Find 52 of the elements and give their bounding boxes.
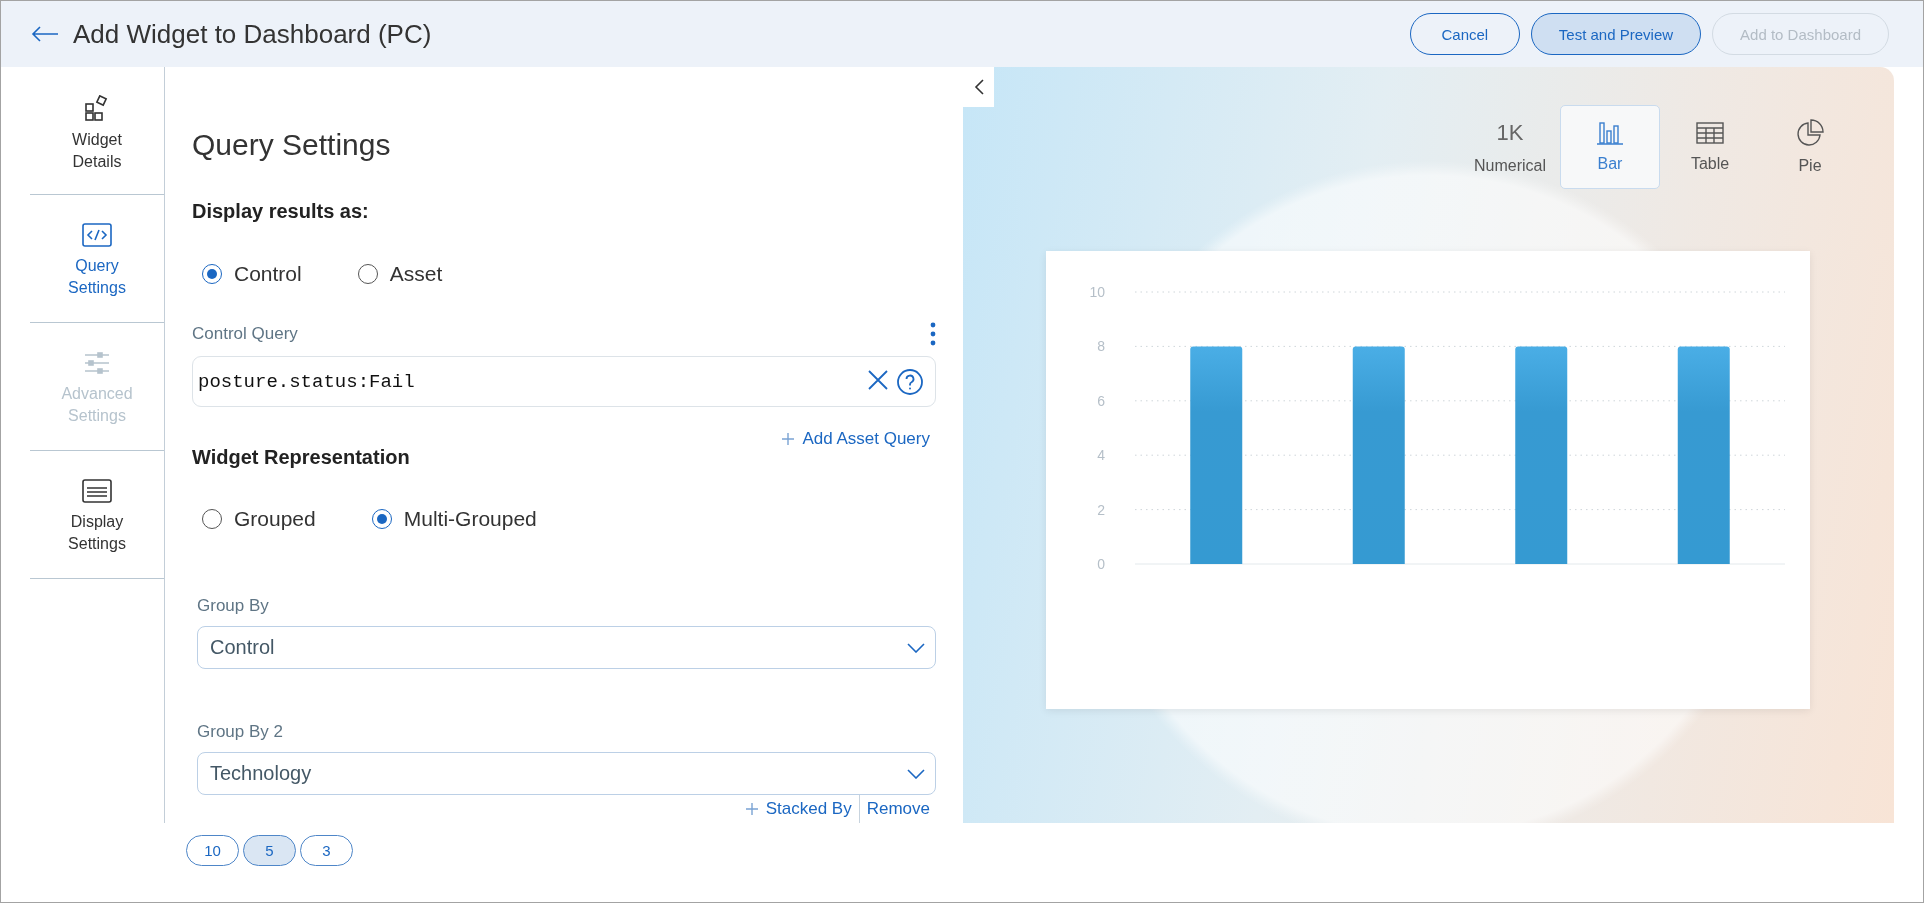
clear-button[interactable]: [866, 368, 890, 392]
section-title: Query Settings: [192, 128, 392, 162]
chevron-down-icon: [907, 642, 925, 653]
widget-representation-heading: Widget Representation: [192, 446, 411, 469]
axis-label: 0: [1096, 556, 1105, 572]
pie-chart-icon: [1796, 119, 1824, 147]
plus-icon: [782, 433, 795, 445]
group-by-select[interactable]: Technology: [197, 752, 936, 795]
radio-label: Multi-Grouped: [403, 507, 537, 531]
header-button[interactable]: Test and Preview: [1530, 13, 1702, 55]
group-by-select[interactable]: Control: [197, 626, 936, 669]
display-results-heading: Display results as:: [192, 200, 370, 223]
table-icon: [1696, 121, 1724, 145]
page-title: Add Widget to Dashboard (PC): [73, 18, 432, 50]
code-icon: [82, 223, 112, 247]
chart-type-tab[interactable]: Table: [1660, 105, 1760, 189]
widgets-icon: [84, 95, 110, 121]
page-size-option[interactable]: 10: [186, 835, 239, 866]
axis-label: 2: [1096, 501, 1105, 518]
axis-label: 10: [1088, 284, 1105, 300]
chart-type-tab[interactable]: 1K Numerical: [1460, 105, 1560, 189]
more-options-icon[interactable]: [930, 322, 936, 346]
radio-label: Asset: [389, 262, 443, 286]
radio-label: Grouped: [234, 507, 316, 531]
query-field[interactable]: posture.status:Fail: [192, 356, 936, 407]
sidebar-tab[interactable]: Display Settings: [30, 451, 164, 579]
sidebar-tab[interactable]: Query Settings: [30, 195, 164, 323]
chevron-down-icon: [907, 768, 925, 779]
remove-link[interactable]: Remove: [858, 795, 930, 823]
page-size-option[interactable]: 3: [300, 835, 353, 866]
bar-chart-icon: [1596, 121, 1624, 145]
help-button[interactable]: [896, 368, 924, 396]
stacked-by-link[interactable]: Stacked By: [745, 799, 859, 819]
chevron-left-icon: [973, 79, 984, 95]
chart-type-tab[interactable]: Bar: [1560, 105, 1660, 189]
plus-icon: [745, 803, 758, 815]
axis-label: 4: [1096, 447, 1105, 464]
back-arrow-icon[interactable]: [31, 26, 59, 42]
radio-label: Control: [234, 262, 302, 286]
page-size-option[interactable]: 5: [243, 835, 296, 866]
add-asset-query-link[interactable]: Add Asset Query: [782, 429, 930, 449]
number-icon: 1K: [1496, 119, 1524, 147]
sliders-icon: [83, 351, 111, 375]
sidebar-tab[interactable]: Widget Details: [30, 67, 164, 195]
axis-label: 6: [1096, 392, 1105, 409]
chart-type-tab[interactable]: Pie: [1760, 105, 1860, 189]
display-settings-icon: [82, 479, 112, 503]
field-label: Control Query: [192, 324, 298, 344]
axis-label: 8: [1096, 338, 1105, 355]
collapse-button[interactable]: [963, 67, 994, 107]
field-label: Group By 2: [197, 722, 284, 742]
field-label: Group By: [197, 596, 270, 616]
